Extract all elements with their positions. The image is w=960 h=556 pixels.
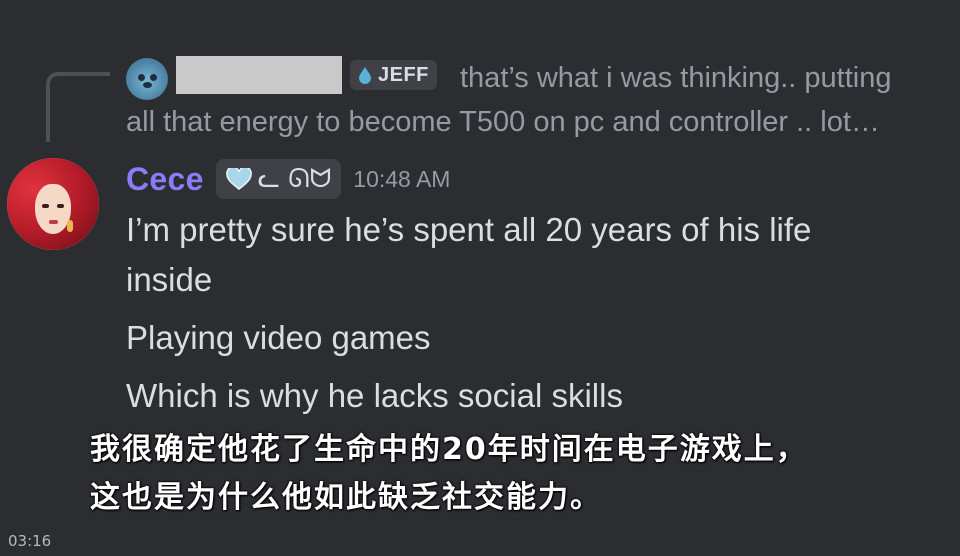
message-line: Which is why he lacks social skills [126,377,623,414]
author-tag: ᓚ ᘏᗢ [215,159,342,199]
message-header: Cece ᓚ ᘏᗢ 10:48 AM [126,156,450,202]
avatar-eye [150,74,157,81]
avatar-earring [67,220,73,232]
avatar-face [35,184,71,234]
video-frame: JEFF that’s what i was thinking.. puttin… [0,0,960,556]
message-line: inside [126,261,213,298]
heart-icon [225,168,252,190]
message-timestamp[interactable]: 10:48 AM [353,166,450,193]
avatar-eye [57,204,64,208]
reply-preview[interactable]: JEFF that’s what i was thinking.. puttin… [126,54,956,144]
avatar-eye [42,204,49,208]
reply-text-line-2: all that energy to become T500 on pc and… [126,106,880,138]
author-avatar[interactable] [7,158,99,250]
avatar-lips [49,220,58,224]
water-drop-icon [359,67,371,84]
message-line: Playing video games [126,319,431,356]
video-timecode: 03:16 [8,532,52,550]
author-name[interactable]: Cece [126,161,204,198]
reply-user-tag: JEFF [350,60,437,90]
avatar-eye [138,74,145,81]
subtitle-line-1: 我很确定他花了生命中的20年时间在电子游戏上， [90,432,808,467]
author-tag-label: ᓚ ᘏᗢ [257,163,332,194]
reply-tag-label: JEFF [378,63,429,86]
reply-text-line-1: that’s what i was thinking.. putting [460,62,892,94]
message-line: I’m pretty sure he’s spent all 20 years … [126,211,812,248]
reply-connector [46,72,110,142]
reply-avatar[interactable] [126,58,168,100]
avatar-nose [143,82,152,88]
redacted-username [176,56,342,94]
subtitle-line-2: 这也是为什么他如此缺乏社交能力。 [90,480,602,515]
